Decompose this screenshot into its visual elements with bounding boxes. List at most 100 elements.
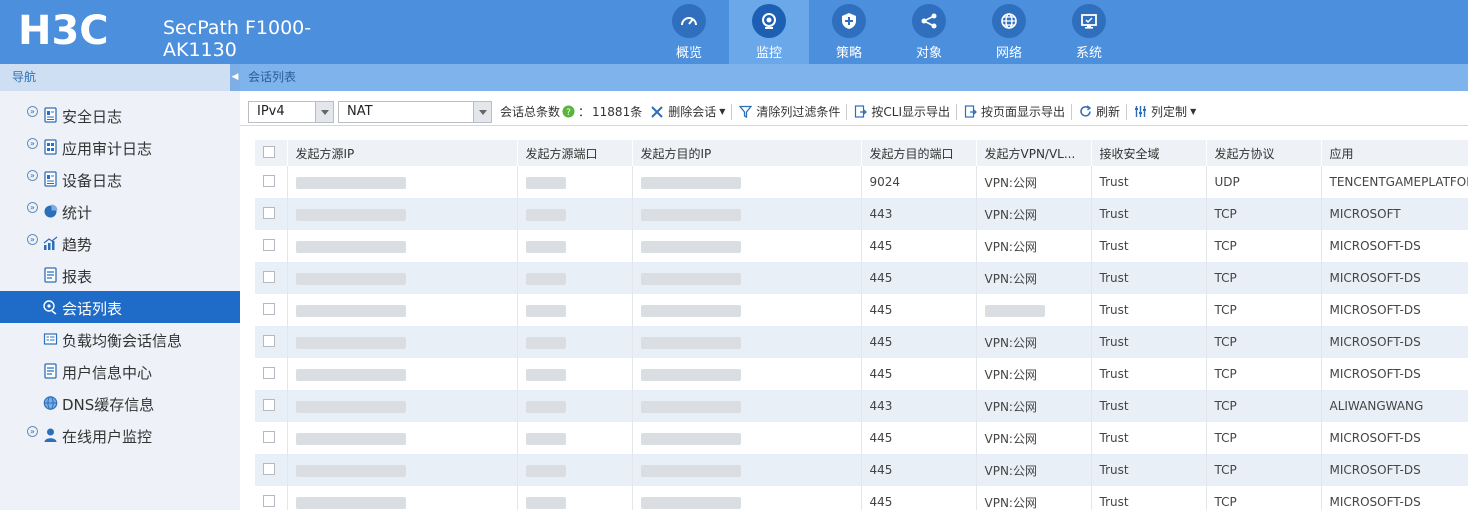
redacted-value [640,304,741,317]
expand-icon[interactable]: » [27,106,38,117]
nav-policy[interactable]: 策略 [809,0,889,64]
app-cell: TENCENTGAMEPLATFORM [1321,166,1468,198]
export-cli-button[interactable]: 按CLI显示导出 [853,103,950,120]
redacted-value [640,368,741,381]
sidebar-item-label: 设备日志 [62,172,123,190]
nav-network[interactable]: 网络 [969,0,1049,64]
tab-session-list[interactable]: 会话列表 [240,64,1468,91]
table-row[interactable]: 445 VPN:公网 Trust TCP MICROSOFT-DS [255,262,1468,294]
row-checkbox[interactable] [263,366,275,379]
table-row[interactable]: 445 Trust TCP MICROSOFT-DS [255,294,1468,326]
select-all-checkbox[interactable] [263,145,275,158]
column-header[interactable]: 发起方源IP [287,140,518,166]
sidebar-item-report[interactable]: 报表 [0,259,240,291]
ip-version-select[interactable]: IPv4 [248,100,334,123]
expand-icon[interactable]: » [27,138,38,149]
nav-monitor[interactable]: 监控 [729,0,809,64]
monitor-icon [1072,4,1106,38]
row-checkbox[interactable] [263,270,275,283]
main-content: 会话列表 IPv4 NAT 会话总条数 ? ： 11881条 删除会话 ▼ 清除… [240,64,1468,510]
refresh-button[interactable]: 刷新 [1078,103,1120,120]
column-header[interactable]: 发起方目的端口 [861,140,977,166]
table-row[interactable]: 445 VPN:公网 Trust TCP MICROSOFT-DS [255,326,1468,358]
sidebar-item-session-list[interactable]: 会话列表 [0,291,240,323]
row-checkbox[interactable] [263,238,275,251]
table-row[interactable]: 443 VPN:公网 Trust TCP ALIWANGWANG [255,390,1468,422]
device-log-icon [44,171,57,187]
sidebar-item-app-audit-log[interactable]: » 应用审计日志 [0,131,240,163]
sidebar-item-user-info[interactable]: 用户信息中心 [0,355,240,387]
protocol-cell: TCP [1206,262,1322,294]
column-header[interactable]: 发起方目的IP [632,140,862,166]
sidebar: 导航 ◀ » 安全日志 » 应用审计日志 » 设备日志 » 统计 » 趋势 报表… [0,64,240,510]
row-checkbox[interactable] [263,174,275,187]
table-row[interactable]: 9024 VPN:公网 Trust UDP TENCENTGAMEPLATFOR… [255,166,1468,198]
sidebar-item-label: 应用审计日志 [62,140,153,158]
refresh-label: 刷新 [1096,105,1121,119]
row-checkbox[interactable] [263,302,275,315]
row-select-cell [255,294,288,326]
protocol-cell: TCP [1206,230,1322,262]
row-checkbox[interactable] [263,398,275,411]
table-row[interactable]: 445 VPN:公网 Trust TCP MICROSOFT-DS [255,230,1468,262]
total-sessions-label: 会话总条数 [500,105,561,119]
delete-session-button[interactable]: 删除会话 ▼ [650,103,725,120]
table-row[interactable]: 445 VPN:公网 Trust TCP MICROSOFT-DS [255,486,1468,510]
sidebar-item-online-user[interactable]: » 在线用户监控 [0,419,240,451]
expand-icon[interactable]: » [27,170,38,181]
clear-filter-button[interactable]: 清除列过滤条件 [738,103,840,120]
column-header[interactable]: 应用 [1321,140,1468,166]
session-type-select[interactable]: NAT [338,100,492,123]
expand-icon[interactable]: » [27,202,38,213]
shield-icon [832,4,866,38]
table-row[interactable]: 445 VPN:公网 Trust TCP MICROSOFT-DS [255,422,1468,454]
row-checkbox[interactable] [263,334,275,347]
table-row[interactable]: 445 VPN:公网 Trust TCP MICROSOFT-DS [255,454,1468,486]
sidebar-item-device-log[interactable]: » 设备日志 [0,163,240,195]
src-port-cell [517,486,633,510]
column-header[interactable]: 发起方VPN/VL... [976,140,1092,166]
collapse-sidebar-icon[interactable]: ◀ [230,64,240,91]
redacted-value [640,176,741,189]
row-checkbox[interactable] [263,430,275,443]
app-cell: MICROSOFT-DS [1321,262,1468,294]
expand-icon[interactable]: » [27,234,38,245]
filter-icon [738,105,752,119]
row-checkbox[interactable] [263,206,275,219]
row-checkbox[interactable] [263,494,275,507]
column-header[interactable]: 发起方协议 [1206,140,1322,166]
zone-cell: Trust [1091,422,1207,454]
zone-cell: Trust [1091,166,1207,198]
nav-overview[interactable]: 概览 [649,0,729,64]
zone-cell: Trust [1091,294,1207,326]
session-type-value: NAT [347,103,373,119]
row-checkbox[interactable] [263,462,275,475]
table-row[interactable]: 443 VPN:公网 Trust TCP MICROSOFT [255,198,1468,230]
column-header[interactable]: 发起方源端口 [517,140,633,166]
redacted-value [295,240,406,253]
app-cell: MICROSOFT-DS [1321,326,1468,358]
sidebar-item-trend[interactable]: » 趋势 [0,227,240,259]
protocol-cell: TCP [1206,454,1322,486]
sidebar-item-dns-cache[interactable]: DNS缓存信息 [0,387,240,419]
nav-object[interactable]: 对象 [889,0,969,64]
sidebar-header: 导航 ◀ [0,64,240,91]
sidebar-item-statistics[interactable]: » 统计 [0,195,240,227]
redacted-value [525,432,566,445]
column-customize-button[interactable]: 列定制 ▼ [1133,103,1196,120]
expand-icon[interactable]: » [27,426,38,437]
export-page-button[interactable]: 按页面显示导出 [963,103,1065,120]
sidebar-item-security-log[interactable]: » 安全日志 [0,99,240,131]
export-page-label: 按页面显示导出 [981,105,1066,119]
dst-ip-cell [632,166,862,198]
app-cell: MICROSOFT-DS [1321,294,1468,326]
table-row[interactable]: 445 VPN:公网 Trust TCP MICROSOFT-DS [255,358,1468,390]
dst-ip-cell [632,198,862,230]
dst-port-cell: 443 [861,390,977,422]
help-icon[interactable]: ? [562,105,575,118]
sidebar-item-label: 趋势 [62,236,93,254]
dst-port-cell: 445 [861,262,977,294]
nav-system[interactable]: 系统 [1049,0,1129,64]
column-header[interactable]: 接收安全域 [1091,140,1207,166]
sidebar-item-load-balance[interactable]: 负载均衡会话信息 [0,323,240,355]
